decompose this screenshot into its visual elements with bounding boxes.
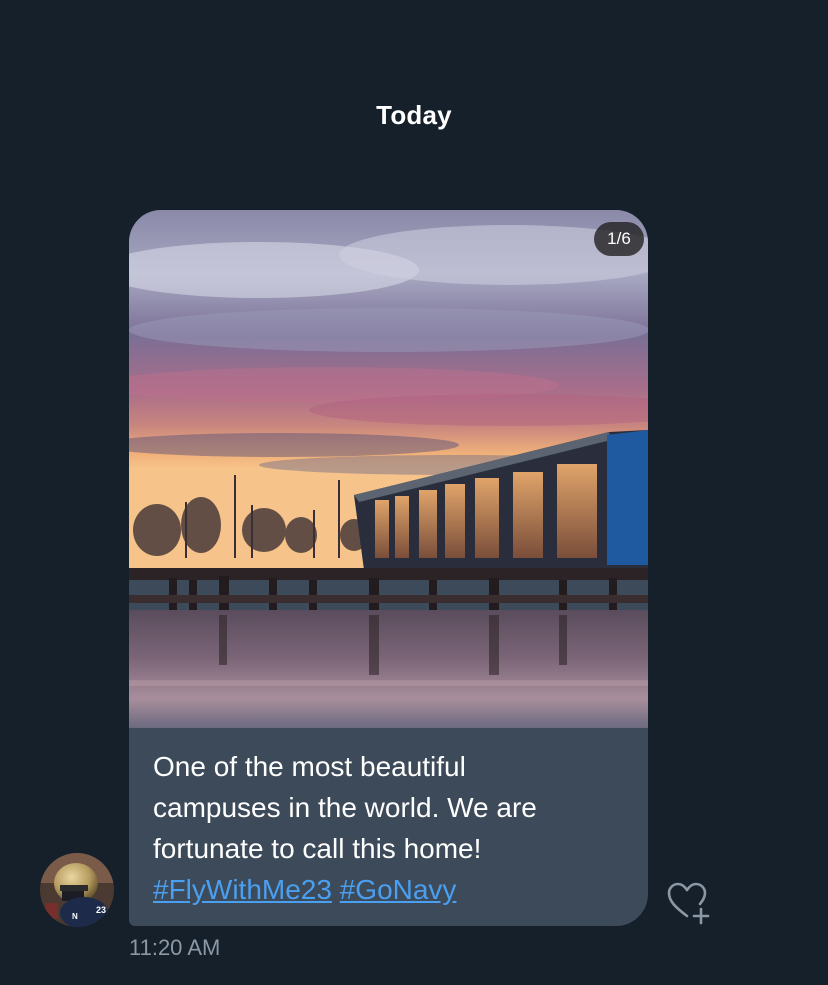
partial-icon — [140, 0, 180, 4]
message-timestamp: 11:20 AM — [129, 935, 221, 960]
jersey-number: 23 — [96, 905, 106, 915]
hashtag-link-gonavy[interactable]: #GoNavy — [340, 874, 457, 905]
message-text-line: One of the most beautiful — [153, 751, 466, 782]
message-bubble: 1/6 One of the most beautiful campuses i… — [129, 210, 648, 926]
message-text-line: fortunate to call this home! — [153, 833, 482, 864]
message-text-line: campuses in the world. We are — [153, 792, 537, 823]
heart-plus-icon[interactable] — [665, 880, 711, 926]
date-separator: Today — [376, 100, 452, 130]
media-counter: 1/6 — [594, 222, 644, 256]
sender-avatar[interactable]: 23 N — [40, 853, 114, 927]
message-text: One of the most beautiful campuses in th… — [153, 746, 623, 910]
helmet-letter: N — [72, 912, 78, 921]
hashtag-link-flywithme23[interactable]: #FlyWithMe23 — [153, 874, 332, 905]
message-image[interactable] — [129, 210, 648, 728]
